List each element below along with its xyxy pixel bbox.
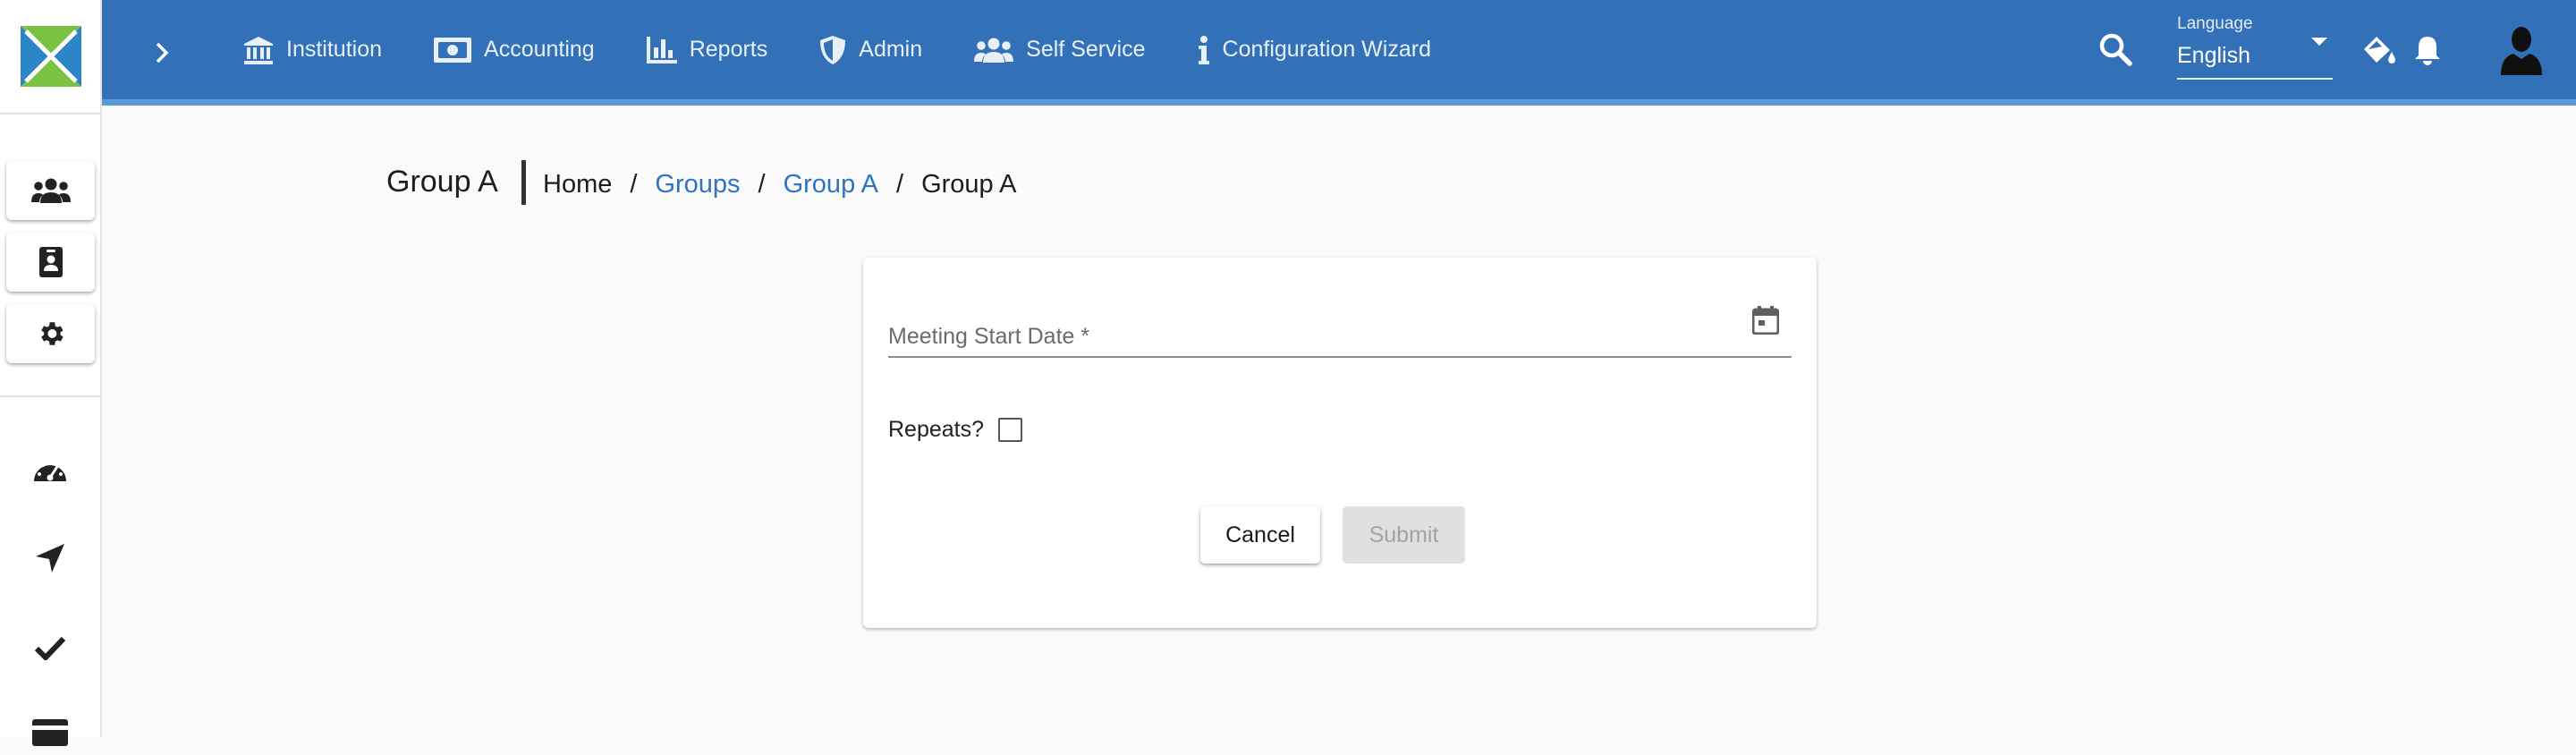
page-title: Group A xyxy=(386,165,498,199)
top-bar: Institution Accounting Reports Admin Sel… xyxy=(102,0,2576,106)
rail-dashboard[interactable] xyxy=(26,445,74,493)
user-avatar[interactable] xyxy=(2499,25,2544,80)
rail-checks[interactable] xyxy=(26,624,74,672)
breadcrumb-groups-link[interactable]: Groups xyxy=(655,170,740,199)
bank-icon xyxy=(244,36,273,64)
people-icon xyxy=(974,38,1014,63)
meeting-start-date-input[interactable] xyxy=(888,304,1729,354)
card-icon xyxy=(32,719,68,746)
search-button[interactable] xyxy=(2098,32,2132,71)
language-value: English xyxy=(2177,43,2250,68)
paint-bucket-icon xyxy=(2364,37,2395,64)
breadcrumb-current: Group A xyxy=(921,170,1017,199)
rail-contacts-button[interactable] xyxy=(6,233,95,292)
info-icon xyxy=(1198,35,1209,64)
language-label: Language xyxy=(2177,14,2253,33)
datepicker-toggle[interactable] xyxy=(1751,306,1780,339)
nav-admin[interactable]: Admin xyxy=(819,35,922,65)
nav-label: Configuration Wizard xyxy=(1222,37,1431,62)
logo[interactable] xyxy=(0,0,102,115)
left-rail xyxy=(0,0,102,746)
cancel-button[interactable]: Cancel xyxy=(1200,506,1320,564)
breadcrumb-separator: / xyxy=(630,170,638,199)
language-select[interactable]: Language English xyxy=(2177,13,2333,80)
main-nav: Institution Accounting Reports Admin Sel… xyxy=(243,0,1483,99)
repeats-row: Repeats? xyxy=(888,417,1023,443)
nav-label: Self Service xyxy=(1026,37,1146,62)
chevron-right-icon xyxy=(156,42,169,64)
nav-label: Institution xyxy=(286,37,383,62)
repeats-label: Repeats? xyxy=(888,417,985,442)
search-icon xyxy=(2099,33,2132,66)
nav-label: Admin xyxy=(859,37,923,62)
contact-card-icon xyxy=(38,247,63,277)
breadcrumb-home: Home xyxy=(543,170,613,199)
nav-institution[interactable]: Institution xyxy=(243,36,382,64)
rail-navigation[interactable] xyxy=(26,534,74,582)
rail-divider xyxy=(0,395,100,397)
user-silhouette-icon xyxy=(2501,27,2542,75)
check-icon xyxy=(34,636,66,660)
rail-card[interactable] xyxy=(26,707,74,755)
nav-configuration-wizard[interactable]: Configuration Wizard xyxy=(1198,35,1431,64)
navigation-icon xyxy=(36,544,64,573)
caret-down-icon xyxy=(2311,38,2327,46)
breadcrumb: Home / Groups / Group A / Group A xyxy=(543,170,1016,199)
meeting-start-date-field xyxy=(888,304,1792,358)
theme-button[interactable] xyxy=(2361,34,2397,71)
app-logo-icon xyxy=(21,26,81,87)
nav-accounting[interactable]: Accounting xyxy=(434,37,595,63)
expand-sidebar-button[interactable] xyxy=(141,32,182,73)
money-icon xyxy=(434,37,472,63)
title-divider xyxy=(521,160,526,205)
nav-label: Accounting xyxy=(484,37,595,62)
breadcrumb-separator: / xyxy=(896,170,904,199)
nav-reports[interactable]: Reports xyxy=(646,36,768,64)
gear-icon xyxy=(40,322,64,345)
breadcrumb-separator: / xyxy=(758,170,766,199)
rail-groups-button[interactable] xyxy=(6,161,95,220)
notifications-button[interactable] xyxy=(2413,34,2442,71)
bar-chart-icon xyxy=(646,36,677,64)
nav-label: Reports xyxy=(689,37,768,62)
rail-settings-button[interactable] xyxy=(6,304,95,363)
calendar-icon xyxy=(1751,306,1780,335)
dashboard-icon xyxy=(34,460,66,481)
shield-icon xyxy=(820,35,846,64)
repeats-checkbox[interactable] xyxy=(998,418,1023,442)
submit-button[interactable]: Submit xyxy=(1343,506,1465,564)
meeting-form-card: Repeats? Cancel Submit xyxy=(863,258,1817,628)
groups-icon xyxy=(30,178,71,203)
nav-self-service[interactable]: Self Service xyxy=(974,37,1146,64)
bell-icon xyxy=(2415,37,2440,65)
breadcrumb-group-link[interactable]: Group A xyxy=(784,170,878,199)
